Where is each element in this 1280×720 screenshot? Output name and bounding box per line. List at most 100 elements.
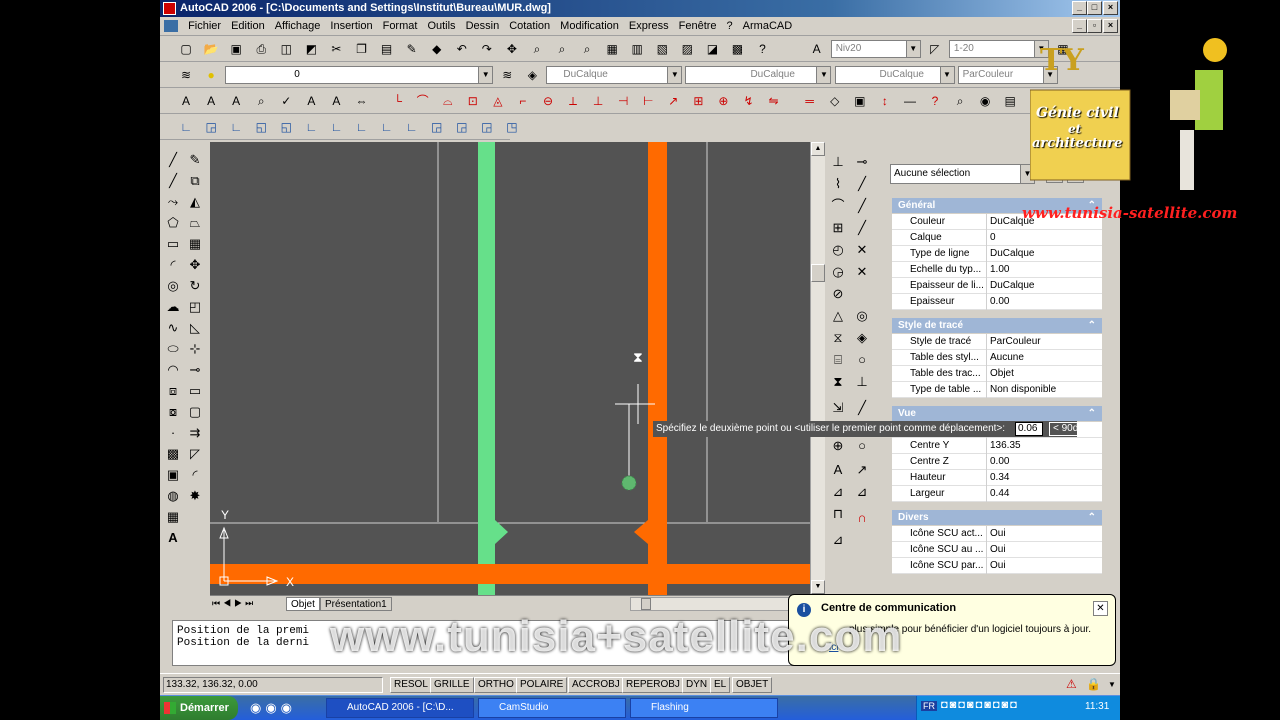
property-row[interactable]: Largeur 0.44 [892,486,1102,502]
tab-nav-arrows-icon[interactable]: ⏮◀▶⏭ [212,598,256,609]
ucs-icon-9[interactable]: ∟ [378,118,396,136]
status-toggle-grille[interactable]: GRILLE [430,677,474,693]
quick-dim-icon[interactable]: ⊥ [589,92,607,110]
fillet-icon[interactable]: ◜ [184,465,206,485]
property-row[interactable]: Centre Z 0.00 [892,454,1102,470]
close-button[interactable]: × [1103,1,1118,15]
lineweight-combo[interactable]: DuCalque ▼ [834,66,955,84]
menu-item-0[interactable]: Fichier [183,17,226,36]
ellipse-icon[interactable]: ⬭ [162,339,184,359]
status-menu-icon[interactable]: ▼ [1108,680,1116,689]
language-indicator[interactable]: FR [921,701,937,711]
make-current-icon[interactable]: ≋ [498,66,516,84]
chamfer-icon[interactable]: ◸ [184,444,206,464]
ucs-icon-8[interactable]: ∟ [353,118,371,136]
cut-icon[interactable]: ✂ [327,40,345,58]
side-tool-18-icon[interactable]: ⌸ [827,350,849,370]
menu-item-10[interactable]: Fenêtre [674,17,722,36]
matchprop-icon[interactable]: ✎ [403,40,421,58]
tolerance-icon[interactable]: ⊞ [689,92,707,110]
menu-item-3[interactable]: Insertion [325,17,377,36]
tooltip-value-input[interactable]: 0.06 [1015,422,1043,436]
property-row[interactable]: Epaisseur de li... DuCalque [892,278,1102,294]
collapse-icon[interactable]: ⌃ [1088,318,1096,333]
side-tool-27-icon[interactable]: ↗ [851,460,873,480]
side-tool-21-icon[interactable]: ⊥ [851,372,873,392]
sheetset-icon[interactable]: ▨ [678,40,696,58]
linetype-combo[interactable]: DuCalque ▼ [685,66,832,84]
menu-item-7[interactable]: Cotation [504,17,555,36]
side-tool-12-icon[interactable]: ✕ [851,262,873,282]
menu-item-8[interactable]: Modification [555,17,624,36]
selection-dropdown[interactable]: Aucune sélection ▼ [890,164,1035,184]
edit-text-icon[interactable]: A [227,92,245,110]
side-tool-20-icon[interactable]: ⧗ [827,372,849,392]
publish-icon[interactable]: ◩ [302,40,320,58]
maximize-button[interactable]: □ [1087,1,1102,15]
copy-icon[interactable]: ❐ [353,40,371,58]
layer-combo[interactable]: 0 ▼ [225,66,494,84]
side-tool-5-icon[interactable]: ⌒ [827,196,849,216]
property-row[interactable]: Table des trac... Objet [892,366,1102,382]
side-tool-25-icon[interactable]: ○ [851,436,873,456]
ucs-icon-5[interactable]: ◱ [277,118,295,136]
dim-jogged-icon[interactable]: ⌐ [514,92,532,110]
property-row[interactable]: Hauteur 0.34 [892,470,1102,486]
print-icon[interactable]: ⎙ [252,40,270,58]
markup-icon[interactable]: ◪ [703,40,721,58]
side-tool-14-icon[interactable]: △ [827,306,849,326]
polygon-icon[interactable]: ⬠ [162,213,184,233]
drawing-area[interactable]: ⧗ Y X [210,142,810,595]
region-draw-icon[interactable]: ◍ [162,486,184,506]
start-button[interactable]: Démarrer [160,696,238,720]
polyline-icon[interactable]: ⤳ [162,192,184,212]
property-section-header[interactable]: Vue ⌃ [892,406,1102,421]
property-row[interactable]: Icône SCU au ... Oui [892,542,1102,558]
tab-objet[interactable]: Objet [286,597,320,611]
arc-icon[interactable]: ◜ [162,255,184,275]
dim-arc-icon[interactable]: ⌓ [439,92,457,110]
dimtedit-icon[interactable]: ⇋ [765,92,783,110]
menu-item-1[interactable]: Edition [226,17,270,36]
side-tool-16-icon[interactable]: ⧖ [827,328,849,348]
task-flashing[interactable]: Flashing [630,698,778,718]
dim-diameter-icon[interactable]: ⊖ [539,92,557,110]
break-icon[interactable]: ▢ [184,402,206,422]
minimize-button[interactable]: _ [1072,1,1087,15]
make-block-icon[interactable]: ⧇ [162,402,184,422]
coordinates-display[interactable]: 133.32, 136.32, 0.00 [163,677,383,693]
zoom-window-icon[interactable]: ⌕ [553,40,571,58]
task-autocad[interactable]: AutoCAD 2006 - [C:\D... [326,698,474,718]
side-tool-1-icon[interactable]: ⊥ [827,152,849,172]
dim-linear-icon[interactable]: └ [389,92,407,110]
scaletext-icon[interactable]: A [327,92,345,110]
redo-icon[interactable]: ↷ [478,40,496,58]
undo-icon[interactable]: ↶ [453,40,471,58]
collapse-icon[interactable]: ⌃ [1088,510,1096,525]
baseline-icon[interactable]: ⊣ [614,92,632,110]
textstyle2-icon[interactable]: A [302,92,320,110]
xline-icon[interactable]: ╱ [162,171,184,191]
color-combo[interactable]: DuCalque ▼ [546,66,683,84]
rectangle-icon[interactable]: ▭ [162,234,184,254]
property-row[interactable]: Style de tracé ParCouleur [892,334,1102,350]
task-camstudio[interactable]: CamStudio [478,698,626,718]
menu-item-2[interactable]: Affichage [270,17,326,36]
quicklaunch-icons[interactable]: ◉◉◉ [250,700,296,716]
copy-obj-icon[interactable]: ⧉ [184,171,206,191]
move-icon[interactable]: ✥ [184,255,206,275]
property-row[interactable]: Centre Y 136.35 [892,438,1102,454]
paste-icon[interactable]: ▤ [378,40,396,58]
spell-icon[interactable]: ✓ [277,92,295,110]
status-toggle-polaire[interactable]: POLAIRE [516,677,568,693]
block-icon[interactable]: ◆ [428,40,446,58]
side-tool-22-icon[interactable]: ⇲ [827,398,849,418]
property-row[interactable]: Icône SCU act... Oui [892,526,1102,542]
ucs-icon-14[interactable]: ◳ [503,118,521,136]
side-tool-8-icon[interactable]: ╱ [851,218,873,238]
side-tool-2-icon[interactable]: ⊸ [851,152,873,172]
rotate-icon[interactable]: ↻ [184,276,206,296]
side-tool-9-icon[interactable]: ◴ [827,240,849,260]
mtext-draw-icon[interactable]: A [162,528,184,548]
status-toggle-objet[interactable]: OBJET [732,677,773,693]
